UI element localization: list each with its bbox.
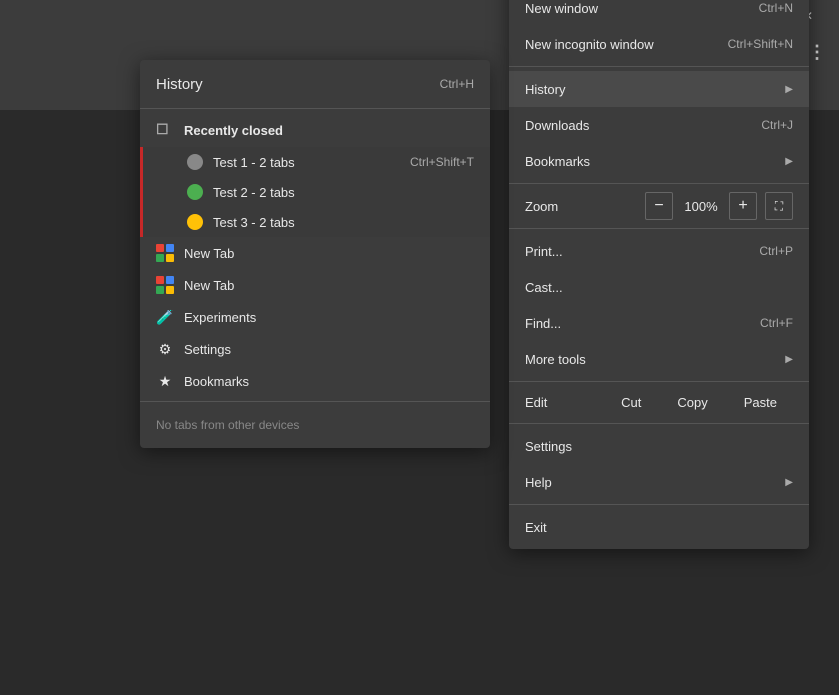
find-shortcut: Ctrl+F: [760, 316, 793, 330]
history-submenu-header: History Ctrl+H: [140, 64, 490, 104]
menu-divider-2: [509, 183, 809, 184]
paste-button[interactable]: Paste: [728, 390, 793, 415]
history-app-item-5[interactable]: ★ Bookmarks: [140, 365, 490, 397]
new-incognito-item[interactable]: New incognito window Ctrl+Shift+N: [509, 26, 809, 62]
menu-divider-5: [509, 423, 809, 424]
menu-divider-6: [509, 504, 809, 505]
help-label: Help: [525, 475, 552, 490]
tab-label-2: Test 2 - 2 tabs: [213, 185, 474, 200]
edit-label: Edit: [525, 395, 601, 410]
zoom-plus-button[interactable]: +: [729, 192, 757, 220]
app-label-3: Experiments: [184, 310, 256, 325]
settings-gear-icon: ⚙: [156, 340, 174, 358]
zoom-minus-button[interactable]: −: [645, 192, 673, 220]
recently-closed-icon: ☐: [156, 121, 174, 139]
history-submenu: History Ctrl+H ☐ Recently closed Test 1 …: [140, 60, 490, 448]
zoom-value: 100%: [675, 199, 727, 214]
experiments-icon: 🧪: [156, 308, 174, 326]
app-label-2: New Tab: [184, 278, 234, 293]
bookmarks-item[interactable]: Bookmarks: [509, 143, 809, 179]
history-tab-3[interactable]: Test 3 - 2 tabs: [140, 207, 490, 237]
exit-item[interactable]: Exit: [509, 509, 809, 545]
menu-divider-1: [509, 66, 809, 67]
new-window-shortcut: Ctrl+N: [759, 1, 793, 15]
cast-item[interactable]: Cast...: [509, 269, 809, 305]
find-item[interactable]: Find... Ctrl+F: [509, 305, 809, 341]
print-label: Print...: [525, 244, 563, 259]
new-incognito-label: New incognito window: [525, 37, 654, 52]
recently-closed-label: Recently closed: [184, 123, 283, 138]
menu-divider-4: [509, 381, 809, 382]
settings-label: Settings: [525, 439, 572, 454]
downloads-shortcut: Ctrl+J: [761, 118, 793, 132]
zoom-fullscreen-button[interactable]: ⛶: [765, 192, 793, 220]
help-item[interactable]: Help: [509, 464, 809, 500]
copy-button[interactable]: Copy: [661, 390, 723, 415]
app-label-5: Bookmarks: [184, 374, 249, 389]
history-app-item-1[interactable]: New Tab: [140, 237, 490, 269]
tab-label-1: Test 1 - 2 tabs: [213, 155, 400, 170]
tab-favicon-3: [187, 214, 203, 230]
history-submenu-title: History: [156, 76, 203, 93]
new-window-item[interactable]: New window Ctrl+N: [509, 0, 809, 26]
new-window-label: New window: [525, 1, 598, 16]
tab-favicon-2: [187, 184, 203, 200]
bookmarks-arrow: [785, 156, 793, 167]
more-tools-label: More tools: [525, 352, 586, 367]
app-grid-icon-2: [156, 276, 174, 294]
zoom-controls: − 100% +: [645, 192, 757, 220]
edit-row: Edit Cut Copy Paste: [509, 386, 809, 419]
app-label-1: New Tab: [184, 246, 234, 261]
history-divider-2: [140, 401, 490, 402]
help-arrow: [785, 477, 793, 488]
history-app-item-3[interactable]: 🧪 Experiments: [140, 301, 490, 333]
new-incognito-shortcut: Ctrl+Shift+N: [728, 37, 793, 51]
history-shortcut: Ctrl+H: [440, 77, 474, 91]
chrome-menu: New tab Ctrl+T New window Ctrl+N New inc…: [509, 0, 809, 549]
history-label: History: [525, 82, 565, 97]
recently-closed-header: ☐ Recently closed: [140, 113, 490, 147]
more-tools-item[interactable]: More tools: [509, 341, 809, 377]
history-tab-2[interactable]: Test 2 - 2 tabs: [140, 177, 490, 207]
settings-item[interactable]: Settings: [509, 428, 809, 464]
tab-shortcut-1: Ctrl+Shift+T: [410, 155, 474, 169]
downloads-item[interactable]: Downloads Ctrl+J: [509, 107, 809, 143]
print-item[interactable]: Print... Ctrl+P: [509, 233, 809, 269]
more-tools-arrow: [785, 354, 793, 365]
history-divider-1: [140, 108, 490, 109]
no-tabs-text: No tabs from other devices: [140, 406, 490, 444]
exit-label: Exit: [525, 520, 547, 535]
bookmarks-label: Bookmarks: [525, 154, 590, 169]
app-label-4: Settings: [184, 342, 231, 357]
history-app-item-4[interactable]: ⚙ Settings: [140, 333, 490, 365]
history-app-item-2[interactable]: New Tab: [140, 269, 490, 301]
menu-divider-3: [509, 228, 809, 229]
cast-label: Cast...: [525, 280, 563, 295]
find-label: Find...: [525, 316, 561, 331]
history-tab-1[interactable]: Test 1 - 2 tabs Ctrl+Shift+T: [140, 147, 490, 177]
tab-favicon-1: [187, 154, 203, 170]
history-item[interactable]: History: [509, 71, 809, 107]
app-grid-icon-1: [156, 244, 174, 262]
print-shortcut: Ctrl+P: [759, 244, 793, 258]
history-arrow: [785, 84, 793, 95]
tab-label-3: Test 3 - 2 tabs: [213, 215, 474, 230]
cut-button[interactable]: Cut: [605, 390, 657, 415]
zoom-label: Zoom: [525, 199, 637, 214]
zoom-row: Zoom − 100% + ⛶: [509, 188, 809, 224]
bookmarks-star-icon: ★: [156, 372, 174, 390]
downloads-label: Downloads: [525, 118, 589, 133]
